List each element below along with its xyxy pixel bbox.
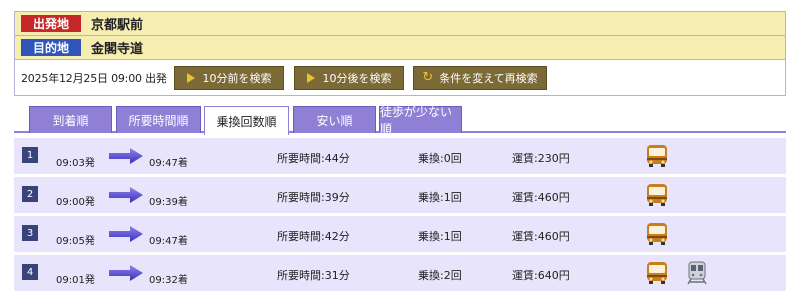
route-row[interactable]: 4 09:01発 09:32着 所要時間:31分 乗換:2回 運賃:640円: [14, 255, 786, 291]
arrow-icon: [109, 148, 143, 164]
departure-time: 09:03発: [56, 158, 95, 169]
route-number: 2: [22, 186, 38, 202]
bus-icon: [647, 184, 667, 206]
bus-icon: [647, 262, 667, 284]
next-10min-button[interactable]: 10分後を検索: [294, 65, 404, 90]
next-10min-label: 10分後を検索: [322, 71, 392, 85]
transfers: 乗換:1回: [418, 191, 462, 204]
route-number: 1: [22, 147, 38, 163]
route-row[interactable]: 2 09:00発 09:39着 所要時間:39分 乗換:1回 運賃:460円: [14, 177, 786, 213]
departure-time: 09:01発: [56, 275, 95, 286]
fare: 運賃:640円: [512, 269, 570, 282]
duration: 所要時間:39分: [277, 191, 350, 204]
route-results: 1 09:03発 09:47着 所要時間:44分 乗換:0回 運賃:230円 2…: [14, 135, 786, 295]
search-datetime: 2025年12月25日 09:00 出発: [21, 71, 167, 85]
search-summary: 出発地 京都駅前 目的地 金閣寺道 2025年12月25日 09:00 出発 1…: [14, 11, 786, 96]
departure-time: 09:05発: [56, 236, 95, 247]
prev-10min-label: 10分前を検索: [202, 71, 272, 85]
tab-transfer-order[interactable]: 乗換回数順: [204, 106, 289, 135]
research-label: 条件を変えて再検索: [439, 71, 538, 85]
refresh-icon: ↻: [422, 70, 434, 85]
prev-10min-button[interactable]: 10分前を検索: [174, 65, 284, 90]
play-icon: [186, 72, 195, 83]
duration: 所要時間:31分: [277, 269, 350, 282]
bus-icon: [647, 223, 667, 245]
route-number: 3: [22, 225, 38, 241]
bus-icon: [647, 145, 667, 167]
arrow-icon: [109, 226, 143, 242]
arrow-icon: [109, 187, 143, 203]
destination-row: 目的地 金閣寺道: [15, 36, 785, 60]
duration: 所要時間:42分: [277, 230, 350, 243]
tab-price-order[interactable]: 安い順: [293, 106, 376, 133]
fare: 運賃:460円: [512, 230, 570, 243]
arrow-icon: [109, 265, 143, 281]
departure-place: 京都駅前: [91, 18, 144, 33]
arrival-time: 09:47着: [149, 236, 188, 247]
tab-walking-order[interactable]: 徒歩が少ない順: [379, 105, 462, 136]
departure-time: 09:00発: [56, 197, 95, 208]
route-number: 4: [22, 264, 38, 280]
fare: 運賃:460円: [512, 191, 570, 204]
sort-tabs: 到着順 所要時間順 乗換回数順 安い順 徒歩が少ない順: [14, 105, 786, 136]
tab-arrival-order[interactable]: 到着順: [29, 106, 112, 133]
transfers: 乗換:0回: [418, 152, 462, 165]
destination-tag: 目的地: [21, 39, 81, 56]
tab-duration-order[interactable]: 所要時間順: [116, 106, 201, 133]
transfers: 乗換:2回: [418, 269, 462, 282]
duration: 所要時間:44分: [277, 152, 350, 165]
arrival-time: 09:39着: [149, 197, 188, 208]
transfers: 乗換:1回: [418, 230, 462, 243]
arrival-time: 09:47着: [149, 158, 188, 169]
arrival-time: 09:32着: [149, 275, 188, 286]
destination-place: 金閣寺道: [91, 42, 144, 57]
route-row[interactable]: 1 09:03発 09:47着 所要時間:44分 乗換:0回 運賃:230円: [14, 138, 786, 174]
departure-row: 出発地 京都駅前: [15, 12, 785, 36]
fare: 運賃:230円: [512, 152, 570, 165]
search-controls: 2025年12月25日 09:00 出発 10分前を検索 10分後を検索 ↻ 条…: [15, 60, 785, 95]
departure-tag: 出発地: [21, 15, 81, 32]
train-icon: [687, 261, 707, 285]
play-icon: [306, 72, 315, 83]
research-button[interactable]: ↻ 条件を変えて再検索: [413, 65, 547, 90]
route-row[interactable]: 3 09:05発 09:47着 所要時間:42分 乗換:1回 運賃:460円: [14, 216, 786, 252]
